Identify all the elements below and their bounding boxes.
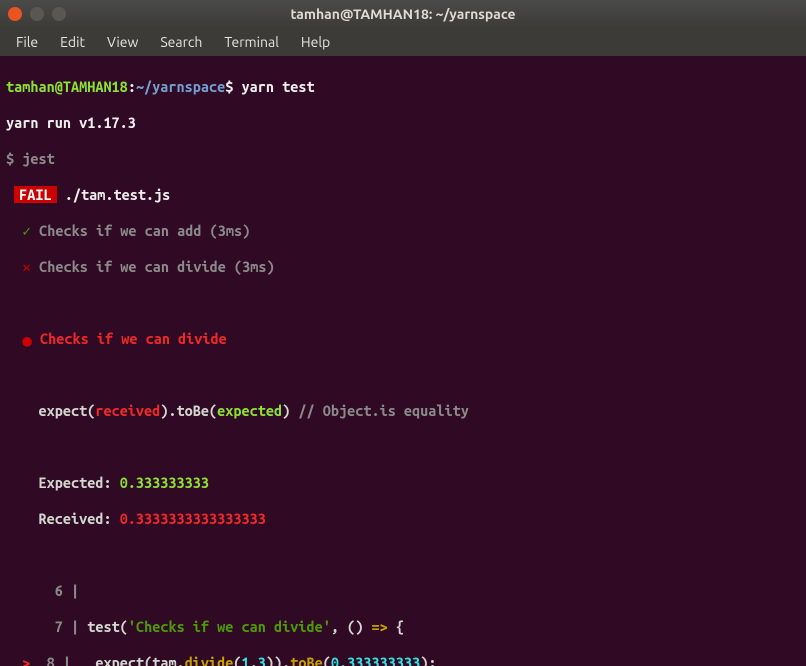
menu-edit[interactable]: Edit bbox=[50, 30, 95, 54]
code-line-6: 6 | bbox=[6, 582, 800, 600]
expected-line: Expected: 0.333333333 bbox=[6, 474, 800, 492]
terminal-output[interactable]: tamhan@TAMHAN18:~/yarnspace$ yarn test y… bbox=[0, 56, 806, 666]
fail-line: FAIL ./tam.test.js bbox=[6, 186, 800, 204]
code-line-7: 7 | test('Checks if we can divide', () =… bbox=[6, 618, 800, 636]
command-text: yarn test bbox=[242, 78, 315, 95]
menu-search[interactable]: Search bbox=[150, 30, 212, 54]
jest-dollar: $ bbox=[6, 150, 14, 167]
window-controls bbox=[8, 7, 66, 21]
fail-test-line: ✕ Checks if we can divide (3ms) bbox=[6, 258, 800, 276]
expected-value: 0.333333333 bbox=[120, 474, 209, 491]
fail-badge: FAIL bbox=[14, 186, 56, 203]
close-icon[interactable] bbox=[8, 7, 22, 21]
prompt-line: tamhan@TAMHAN18:~/yarnspace$ yarn test bbox=[6, 78, 800, 96]
fail-test-time: (3ms) bbox=[234, 258, 275, 275]
prompt-path: ~/yarnspace bbox=[136, 78, 225, 95]
checkmark-icon: ✓ bbox=[22, 222, 31, 239]
prompt-sep: : bbox=[128, 78, 136, 95]
maximize-icon[interactable] bbox=[52, 7, 66, 21]
fail-test-name: Checks if we can divide bbox=[39, 258, 226, 275]
menu-view[interactable]: View bbox=[97, 30, 148, 54]
menu-file[interactable]: File bbox=[6, 30, 48, 54]
received-line: Received: 0.3333333333333333 bbox=[6, 510, 800, 528]
menu-help[interactable]: Help bbox=[291, 30, 340, 54]
expect-template-line: expect(received).toBe(expected) // Objec… bbox=[6, 402, 800, 420]
jest-line: $ jest bbox=[6, 150, 800, 168]
minimize-icon[interactable] bbox=[30, 7, 44, 21]
fail-header-line: ● Checks if we can divide bbox=[6, 330, 800, 348]
window-title: tamhan@TAMHAN18: ~/yarnspace bbox=[290, 6, 515, 22]
cross-icon: ✕ bbox=[22, 258, 31, 275]
received-value: 0.3333333333333333 bbox=[120, 510, 266, 527]
pass-test-line: ✓ Checks if we can add (3ms) bbox=[6, 222, 800, 240]
code-line-8: > 8 | expect(tam.divide(1,3)).toBe(0.333… bbox=[6, 654, 800, 666]
bullet-icon: ● bbox=[22, 332, 32, 350]
jest-cmd: jest bbox=[22, 150, 54, 167]
window-titlebar: tamhan@TAMHAN18: ~/yarnspace bbox=[0, 0, 806, 28]
fail-header: Checks if we can divide bbox=[40, 330, 227, 347]
pass-test-name: Checks if we can add bbox=[39, 222, 201, 239]
fail-path: ./tam.test.js bbox=[65, 186, 171, 203]
menu-terminal[interactable]: Terminal bbox=[214, 30, 289, 54]
menubar: File Edit View Search Terminal Help bbox=[0, 28, 806, 56]
pass-test-time: (3ms) bbox=[210, 222, 251, 239]
yarn-run-line: yarn run v1.17.3 bbox=[6, 114, 800, 132]
prompt-userhost: tamhan@TAMHAN18 bbox=[6, 78, 128, 95]
